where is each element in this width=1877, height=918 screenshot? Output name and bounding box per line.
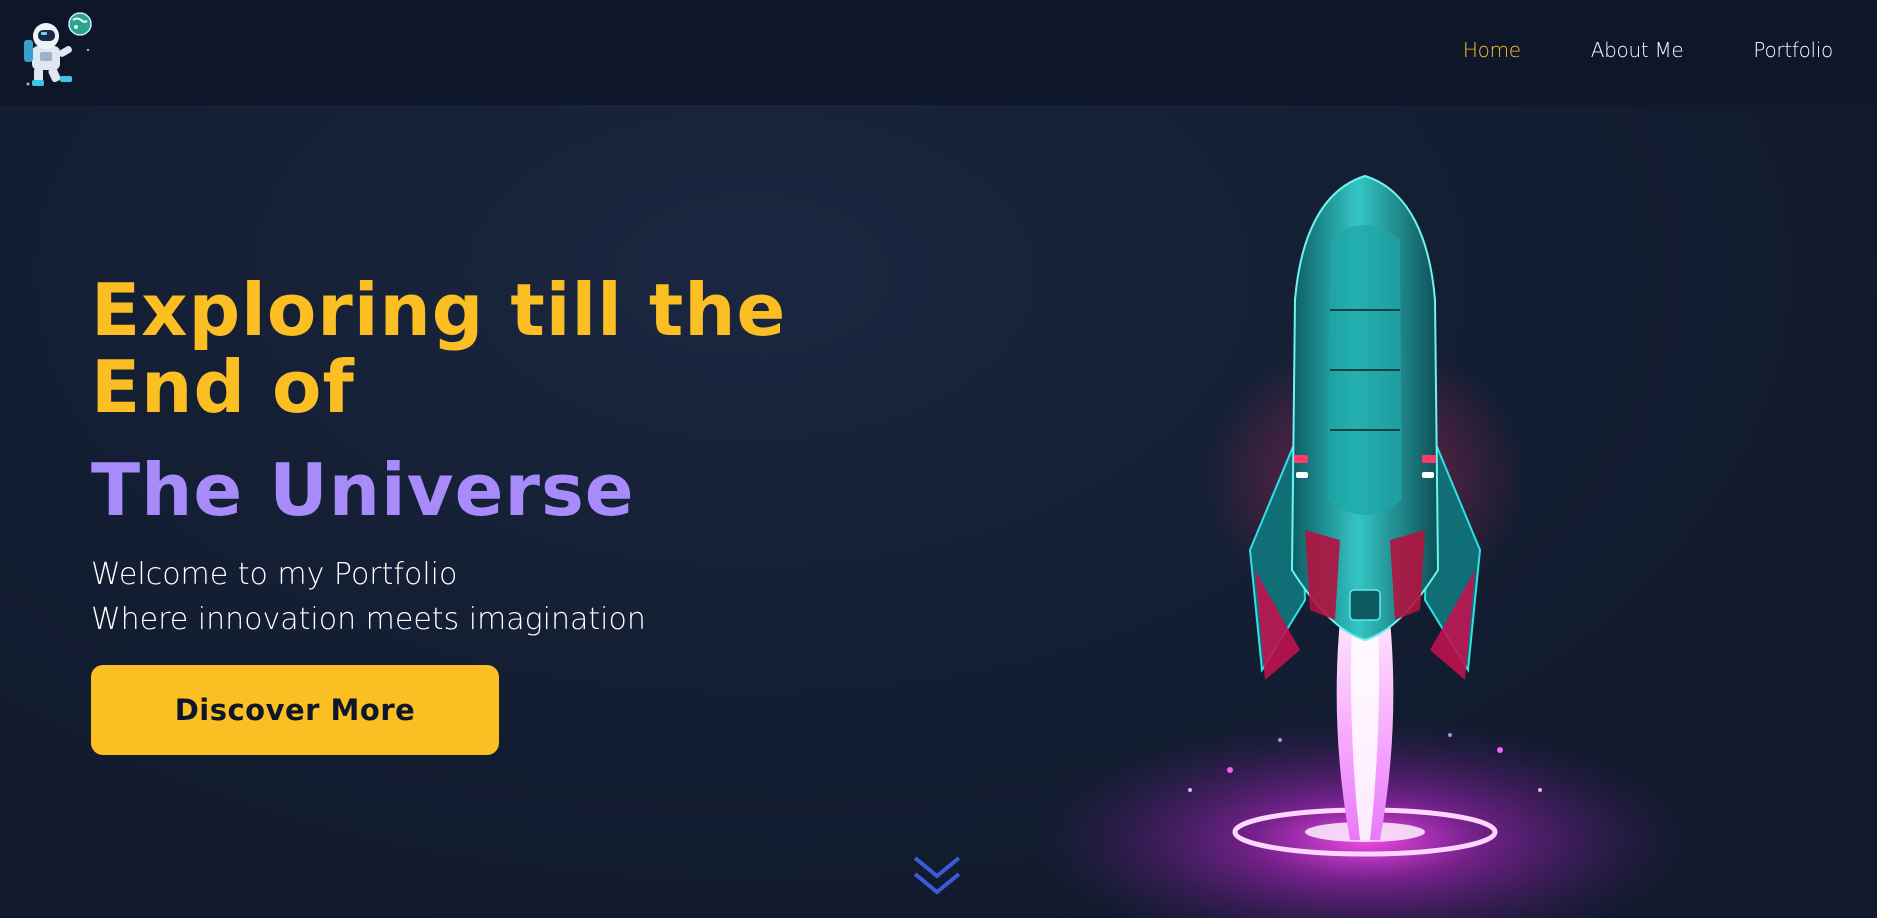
- astronaut-logo-icon[interactable]: [16, 10, 96, 90]
- main-nav: Home About Me Portfolio: [1393, 38, 1833, 62]
- nav-link-about-me[interactable]: About Me: [1591, 38, 1684, 62]
- welcome-line-1: Welcome to my Portfolio: [91, 557, 458, 592]
- welcome-text: Welcome to my Portfolio Where innovation…: [91, 552, 851, 642]
- nav-link-portfolio[interactable]: Portfolio: [1753, 38, 1833, 62]
- welcome-line-2: Where innovation meets imagination: [91, 602, 646, 637]
- rocket-illustration: [1000, 150, 1780, 918]
- hero-title-line-2: End of: [91, 345, 355, 429]
- page: Home About Me Portfolio Exploring till t…: [0, 0, 1877, 918]
- hero-section: Exploring till the End of The Universe W…: [91, 272, 851, 642]
- hero-title: Exploring till the End of: [91, 272, 851, 426]
- navbar: Home About Me Portfolio: [0, 0, 1877, 105]
- hero-title-line-1: Exploring till the: [91, 268, 787, 352]
- hero-subtitle: The Universe: [91, 448, 635, 532]
- double-chevron-down-icon[interactable]: [912, 852, 962, 902]
- nav-link-home[interactable]: Home: [1463, 38, 1521, 62]
- discover-more-button[interactable]: Discover More: [91, 665, 499, 755]
